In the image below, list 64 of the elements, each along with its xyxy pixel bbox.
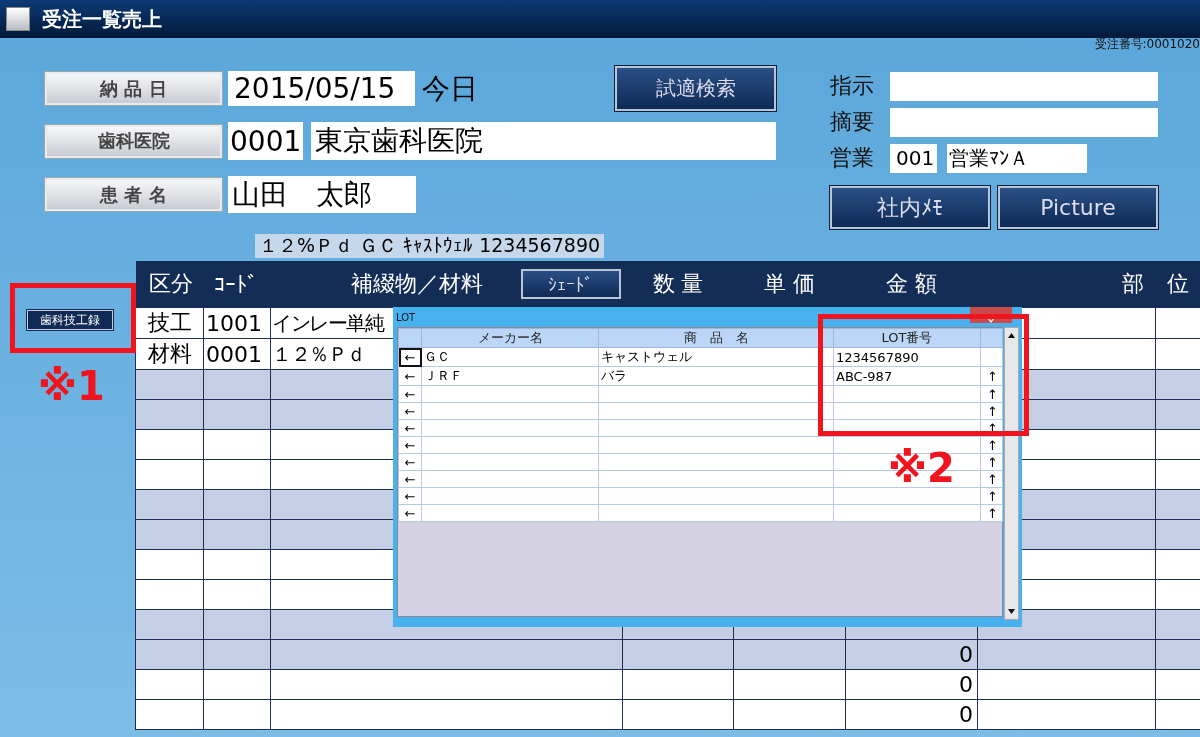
column-header: 補綴物／材料: [350, 270, 483, 298]
table-cell: 0001: [206, 341, 262, 367]
column-header: 商 品 名: [683, 330, 749, 345]
field-label: 患 者 名: [45, 178, 222, 211]
column-header: メーカー名: [477, 330, 543, 345]
lab-record-button[interactable]: 歯科技工録: [27, 310, 113, 330]
up-arrow-mark: ↑: [987, 403, 998, 419]
field-label: 営業: [830, 144, 875, 172]
toolbar-button[interactable]: 社内ﾒﾓ: [830, 186, 990, 229]
table-cell: 0: [959, 702, 973, 727]
fitting-search-button[interactable]: 試適検索: [615, 66, 776, 111]
scroll-up-icon[interactable]: [1007, 331, 1016, 340]
table-cell: 技工: [148, 310, 192, 335]
note-mark: ※2: [888, 448, 955, 488]
chevron-down-icon[interactable]: [987, 318, 995, 323]
up-arrow-mark: ↑: [987, 471, 998, 487]
grid-cell: キャストウェル: [601, 349, 692, 364]
date-field[interactable]: 2015/05/15: [228, 71, 415, 106]
window-icon: [6, 7, 30, 31]
window-title: 受注一覧売上: [42, 5, 162, 33]
clinic-name-field[interactable]: 東京歯科医院: [311, 122, 776, 160]
column-header: LOT番号: [881, 330, 933, 345]
column-header: 金 額: [886, 271, 937, 296]
column-header: 単 価: [764, 271, 815, 296]
field-label: 指示: [830, 72, 875, 100]
grid-cell: ＪＲＦ: [424, 368, 463, 383]
up-arrow-mark: ↑: [987, 454, 998, 470]
column-header: 位: [1167, 271, 1189, 296]
toolbar-button[interactable]: Picture: [998, 186, 1158, 229]
up-arrow-mark: ↑: [987, 488, 998, 504]
summary-field[interactable]: [890, 107, 1158, 137]
scrollbar[interactable]: [1004, 327, 1019, 620]
table-cell: 材料: [148, 341, 192, 366]
sales-name-field[interactable]: 営業ﾏﾝＡ: [947, 143, 1087, 173]
table-cell: 0: [959, 642, 973, 667]
table-cell: 0: [959, 672, 973, 697]
dialog-title: LOT: [396, 312, 416, 323]
patient-name-field[interactable]: 山田 太郎: [228, 176, 416, 213]
scroll-down-icon[interactable]: [1007, 607, 1016, 616]
instruction-field[interactable]: [890, 71, 1158, 101]
column-header: 区分: [148, 271, 193, 296]
up-arrow-mark: ↑: [987, 368, 998, 384]
table-cell: 1001: [206, 310, 262, 336]
table-cell: インレー単純: [272, 310, 383, 335]
column-header: ｺｰﾄﾞ: [213, 271, 258, 297]
field-label: 歯科医院: [45, 124, 222, 158]
clinic-code-field[interactable]: 0001: [228, 122, 303, 160]
table-cell: １２％Ｐｄ: [272, 341, 365, 366]
order-number: 受注番号:0001020: [1094, 38, 1200, 50]
field-label: 摘要: [830, 108, 875, 136]
up-arrow-mark: ↑: [987, 437, 998, 453]
shade-button[interactable]: ｼｪｰﾄﾞ: [520, 269, 621, 299]
up-arrow-mark: ↑: [987, 386, 998, 402]
grid-cell: バラ: [601, 368, 627, 383]
grid-cell: ＧＣ: [424, 349, 450, 364]
today-label: 今日: [422, 70, 478, 107]
column-header: 数 量: [652, 271, 704, 296]
field-label: 納 品 日: [45, 72, 222, 105]
sales-code-field[interactable]: 001: [890, 143, 937, 173]
note-mark: ※1: [38, 366, 105, 406]
grid-cell: 1234567890: [836, 349, 919, 365]
column-header: 部: [1121, 271, 1144, 296]
up-arrow-mark: ↑: [987, 505, 998, 521]
grid-cell: ABC-987: [836, 368, 893, 384]
